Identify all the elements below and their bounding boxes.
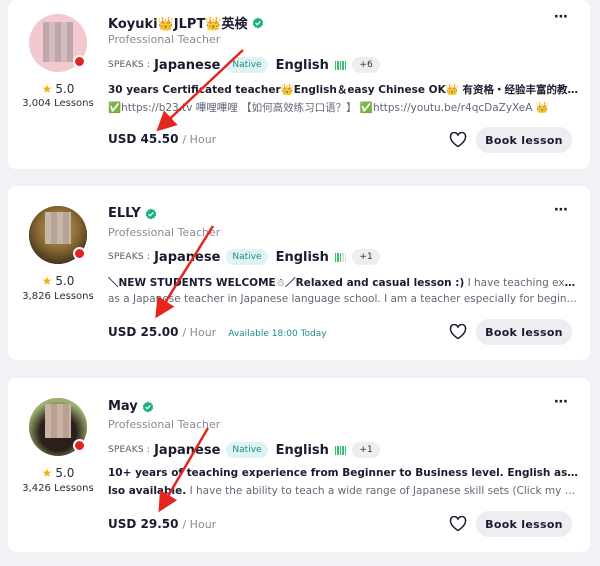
native-language: Japanese bbox=[154, 249, 221, 265]
rating: ★ 5.0 bbox=[41, 82, 75, 96]
native-badge: Native bbox=[226, 57, 268, 73]
more-options-icon[interactable]: ⋯ bbox=[554, 394, 569, 410]
native-language: Japanese bbox=[154, 442, 221, 458]
book-lesson-button[interactable]: Book lesson bbox=[476, 127, 572, 153]
tutor-subtitle: Professional Teacher bbox=[108, 226, 221, 239]
online-status-dot bbox=[73, 439, 86, 452]
verified-badge-icon bbox=[145, 208, 157, 219]
star-icon: ★ bbox=[41, 466, 53, 480]
tutor-headline: 30 years Certificated teacher👑English＆ea… bbox=[108, 84, 578, 96]
price-value: USD 45.50 bbox=[108, 132, 179, 146]
verified-badge-icon bbox=[252, 17, 263, 28]
tutor-headline: 10+ years of teaching experience from Be… bbox=[108, 467, 578, 479]
tutor-description: lso available. I have the ability to tea… bbox=[108, 485, 578, 497]
availability-label: Available 18:00 Today bbox=[228, 329, 327, 339]
rating: ★ 5.0 bbox=[41, 274, 75, 288]
more-languages-badge[interactable]: +6 bbox=[352, 57, 380, 73]
lesson-count: 3,004 Lessons bbox=[22, 98, 94, 109]
tutor-headline: ＼NEW STUDENTS WELCOME☃／Relaxed and casua… bbox=[108, 277, 578, 289]
star-icon: ★ bbox=[41, 82, 53, 96]
other-language: English bbox=[275, 57, 329, 73]
other-language: English bbox=[275, 249, 329, 265]
speaks-label: SPEAKS : bbox=[108, 252, 151, 262]
per-hour-label: / Hour bbox=[182, 326, 217, 339]
tutor-name[interactable]: ELLY bbox=[108, 206, 141, 221]
speaks-label: SPEAKS : bbox=[108, 445, 151, 455]
price-value: USD 29.50 bbox=[108, 517, 179, 531]
favorite-heart-icon[interactable] bbox=[444, 510, 472, 538]
more-options-icon[interactable]: ⋯ bbox=[554, 202, 569, 218]
price-value: USD 25.00 bbox=[108, 325, 179, 339]
native-language: Japanese bbox=[154, 57, 221, 73]
tutor-subtitle: Professional Teacher bbox=[108, 33, 221, 46]
price: USD 25.00 / Hour Available 18:00 Today bbox=[108, 325, 327, 339]
price: USD 45.50 / Hour bbox=[108, 132, 216, 146]
tutor-name[interactable]: May bbox=[108, 399, 138, 414]
favorite-heart-icon[interactable] bbox=[444, 318, 472, 346]
per-hour-label: / Hour bbox=[182, 133, 217, 146]
star-icon: ★ bbox=[41, 274, 53, 288]
price: USD 29.50 / Hour bbox=[108, 517, 216, 531]
speaks-label: SPEAKS : bbox=[108, 60, 151, 70]
tutor-description: as a Japanese teacher in Japanese langua… bbox=[108, 293, 578, 305]
online-status-dot bbox=[73, 247, 86, 260]
native-badge: Native bbox=[226, 249, 268, 265]
avatar[interactable] bbox=[29, 398, 87, 456]
book-lesson-button[interactable]: Book lesson bbox=[476, 511, 572, 537]
more-languages-badge[interactable]: +1 bbox=[352, 249, 380, 265]
per-hour-label: / Hour bbox=[182, 518, 217, 531]
language-level-bars bbox=[334, 60, 347, 70]
online-status-dot bbox=[73, 55, 86, 68]
tutor-card[interactable]: ★ 5.0 3,826 Lessons ELLY Professional Tea… bbox=[8, 186, 590, 360]
language-level-bars bbox=[334, 252, 347, 262]
tutor-card[interactable]: ★ 5.0 3,004 Lessons Koyuki👑JLPT👑英検 Profes… bbox=[8, 0, 590, 169]
more-languages-badge[interactable]: +1 bbox=[352, 442, 380, 458]
more-options-icon[interactable]: ⋯ bbox=[554, 9, 569, 25]
tutor-subtitle: Professional Teacher bbox=[108, 418, 221, 431]
rating: ★ 5.0 bbox=[41, 466, 75, 480]
tutor-card[interactable]: ★ 5.0 3,426 Lessons May Professional Teac… bbox=[8, 378, 590, 552]
verified-badge-icon bbox=[142, 401, 153, 412]
language-level-bars bbox=[334, 445, 347, 455]
lesson-count: 3,426 Lessons bbox=[22, 483, 94, 494]
favorite-heart-icon[interactable] bbox=[444, 126, 472, 154]
avatar[interactable] bbox=[29, 206, 87, 264]
native-badge: Native bbox=[226, 442, 268, 458]
other-language: English bbox=[275, 442, 329, 458]
tutor-description: ✅https://b23.tv 嗶哩嗶哩 【如何高效练习口语？】 ✅https:… bbox=[108, 102, 549, 114]
tutor-name[interactable]: Koyuki👑JLPT👑英検 bbox=[108, 13, 248, 32]
avatar[interactable] bbox=[29, 14, 87, 72]
book-lesson-button[interactable]: Book lesson bbox=[476, 319, 572, 345]
lesson-count: 3,826 Lessons bbox=[22, 291, 94, 302]
